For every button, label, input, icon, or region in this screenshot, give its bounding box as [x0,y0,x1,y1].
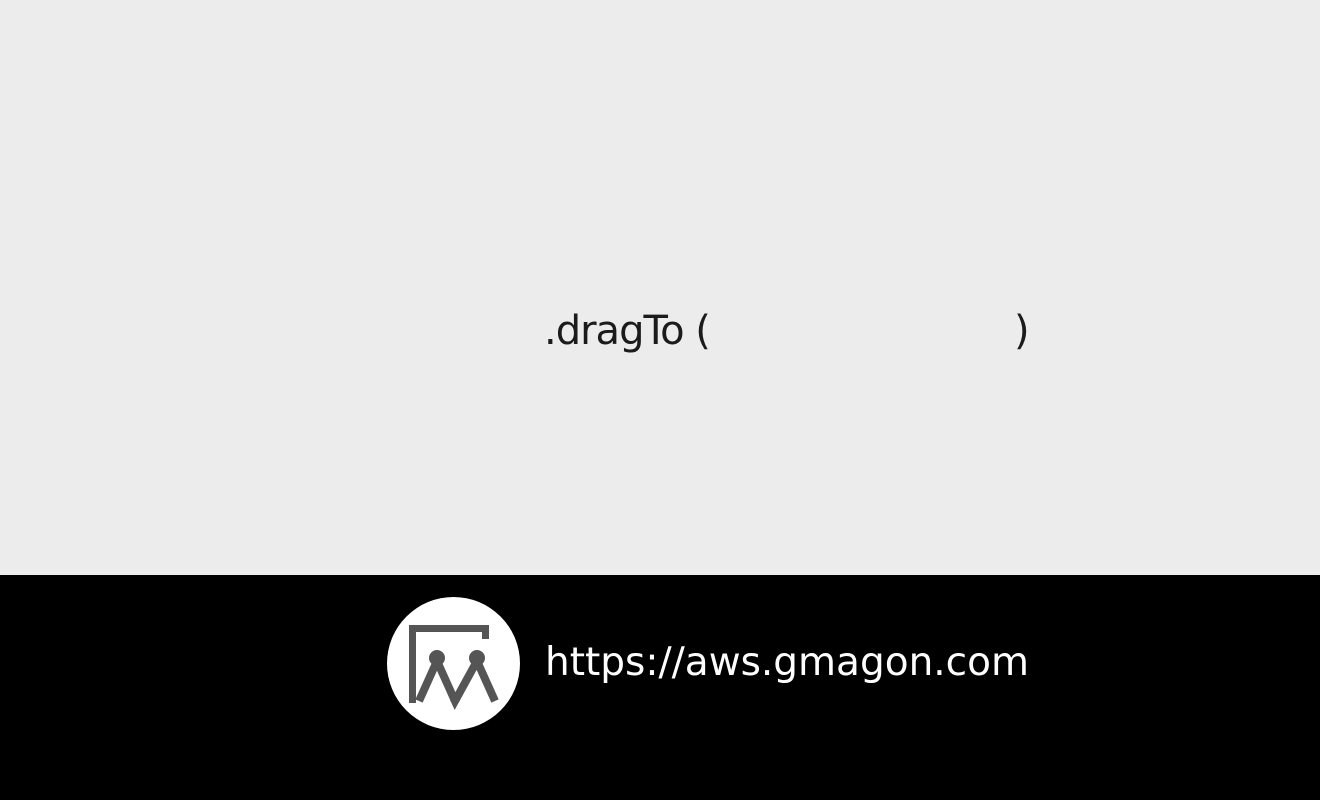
slide: .dragTo ( ) https://aws.gmagon.com [0,0,1320,800]
closing-parenthesis: ) [1014,308,1030,354]
logo-mark [409,625,499,710]
content-area: .dragTo ( ) [0,0,1320,575]
gmagon-logo-icon [387,597,520,730]
code-snippet: .dragTo ( ) [544,305,1044,357]
drag-to-method-text: .dragTo ( [544,308,711,354]
website-url[interactable]: https://aws.gmagon.com [545,637,1029,689]
